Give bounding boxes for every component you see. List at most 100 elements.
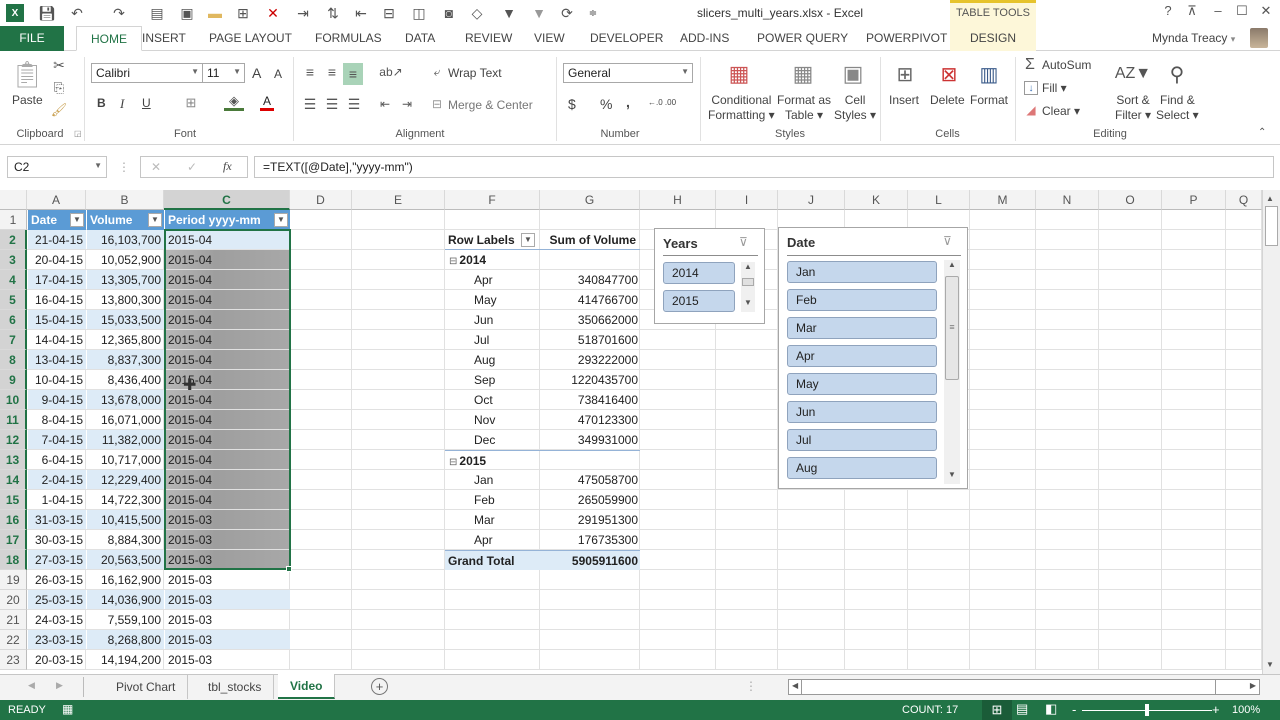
scroll-down-icon[interactable]: ▼ xyxy=(1266,660,1274,669)
cell-date[interactable]: 20-03-15 xyxy=(28,650,86,669)
slicer-item-jul[interactable]: Jul xyxy=(787,429,937,451)
select-all-corner[interactable] xyxy=(0,190,27,210)
table-header-1[interactable]: Volume ▼ xyxy=(87,210,164,230)
column-header-q[interactable]: Q xyxy=(1226,190,1262,210)
page-layout-view-icon[interactable]: ▤ xyxy=(1016,701,1028,717)
format-button[interactable]: Format xyxy=(970,93,1008,107)
zoom-level[interactable]: 100% xyxy=(1232,704,1260,716)
row-header-10[interactable]: 10 xyxy=(0,390,27,410)
cell-period[interactable]: 2015-04 xyxy=(165,310,290,329)
autosum-button[interactable]: AutoSum xyxy=(1042,58,1091,72)
scroll-left-icon[interactable]: ◀ xyxy=(792,681,798,690)
tab-insert[interactable]: INSERT xyxy=(136,26,192,51)
wrap-text-button[interactable]: Wrap Text xyxy=(448,66,502,80)
scroll-down-icon[interactable]: ▼ xyxy=(744,298,752,307)
row-header-7[interactable]: 7 xyxy=(0,330,27,350)
row-header-1[interactable]: 1 xyxy=(0,210,27,230)
cut-icon[interactable]: ✂ xyxy=(50,56,68,74)
scroll-up-icon[interactable]: ▲ xyxy=(948,260,956,269)
tab-formulas[interactable]: FORMULAS xyxy=(309,26,388,51)
slicer-item-2015[interactable]: 2015 xyxy=(663,290,735,312)
clear-filter-icon[interactable]: ▼ xyxy=(528,3,550,23)
cell-period[interactable]: 2015-04 xyxy=(165,230,290,249)
paste-button[interactable]: Paste xyxy=(12,93,43,107)
row-header-20[interactable]: 20 xyxy=(0,590,27,610)
column-header-h[interactable]: H xyxy=(640,190,716,210)
scroll-thumb[interactable] xyxy=(742,278,754,286)
column-header-d[interactable]: D xyxy=(290,190,352,210)
cell-volume[interactable]: 12,229,400 xyxy=(87,470,164,489)
cell-period[interactable]: 2015-03 xyxy=(165,530,290,549)
cell-styles-button[interactable]: Cell Styles ▾ xyxy=(834,93,876,123)
row-header-18[interactable]: 18 xyxy=(0,550,27,570)
row-header-15[interactable]: 15 xyxy=(0,490,27,510)
row-header-6[interactable]: 6 xyxy=(0,310,27,330)
cell-date[interactable]: 13-04-15 xyxy=(28,350,86,369)
splitter-handle[interactable]: ⋮ xyxy=(745,679,757,693)
row-header-2[interactable]: 2 xyxy=(0,230,27,250)
sheet-tab-pivot-chart[interactable]: Pivot Chart xyxy=(104,675,189,699)
slicer-item-jan[interactable]: Jan xyxy=(787,261,937,283)
column-header-p[interactable]: P xyxy=(1162,190,1226,210)
cell-date[interactable]: 27-03-15 xyxy=(28,550,86,569)
shrink-font-button[interactable]: A xyxy=(274,67,282,81)
cell-date[interactable]: 31-03-15 xyxy=(28,510,86,529)
formula-input[interactable]: =TEXT([@Date],"yyyy-mm") xyxy=(254,156,1274,178)
row-header-19[interactable]: 19 xyxy=(0,570,27,590)
currency-button[interactable]: $ xyxy=(568,96,576,112)
cell-date[interactable]: 8-04-15 xyxy=(28,410,86,429)
cell-volume[interactable]: 13,305,700 xyxy=(87,270,164,289)
column-header-f[interactable]: F xyxy=(445,190,540,210)
sort-icon[interactable]: ⇅ xyxy=(322,3,344,23)
delete-rows-icon[interactable]: ⊞ xyxy=(232,3,254,23)
cell-date[interactable]: 21-04-15 xyxy=(28,230,86,249)
format-as-table-button[interactable]: Format as Table ▾ xyxy=(777,93,831,123)
cell-volume[interactable]: 16,103,700 xyxy=(87,230,164,249)
cell-period[interactable]: 2015-03 xyxy=(165,510,290,529)
fill-color-icon[interactable]: ◈ xyxy=(224,93,244,111)
slicer-item-2014[interactable]: 2014 xyxy=(663,262,735,284)
cell-date[interactable]: 2-04-15 xyxy=(28,470,86,489)
font-color-button[interactable]: A xyxy=(260,94,275,111)
cell-volume[interactable]: 7,559,100 xyxy=(87,610,164,629)
align-bottom-icon[interactable]: ≡ xyxy=(343,63,363,85)
scroll-up-icon[interactable]: ▲ xyxy=(744,262,752,271)
worksheet-grid[interactable]: ABCDEFGHIJKLMNOPQ 1 2 3 4 5 6 7 8 9 10 11 12 13 14 15 1… xyxy=(0,190,1262,670)
filter-dropdown-icon[interactable]: ▼ xyxy=(70,213,84,227)
close-button[interactable]: ✕ xyxy=(1254,3,1278,23)
cell-date[interactable]: 7-04-15 xyxy=(28,430,86,449)
find-select-button[interactable]: Find & Select ▾ xyxy=(1156,93,1199,123)
normal-view-icon[interactable]: ⊞ xyxy=(982,700,1012,720)
scroll-left-icon[interactable]: ◀ xyxy=(28,680,35,691)
pivot-group-row[interactable]: ⊟ 2015 xyxy=(445,450,640,470)
cell-date[interactable]: 30-03-15 xyxy=(28,530,86,549)
tab-powerpivot[interactable]: POWERPIVOT xyxy=(860,26,953,51)
collapse-ribbon-icon[interactable]: ⌃ xyxy=(1258,127,1266,138)
zoom-out-button[interactable]: - xyxy=(1072,702,1076,717)
cell-volume[interactable]: 14,036,900 xyxy=(87,590,164,609)
align-top-icon[interactable]: ≡ xyxy=(300,63,320,81)
cell-date[interactable]: 6-04-15 xyxy=(28,450,86,469)
ribbon-display-button[interactable]: ⊼ xyxy=(1180,3,1204,23)
cell-volume[interactable]: 16,071,000 xyxy=(87,410,164,429)
column-header-a[interactable]: A xyxy=(27,190,86,210)
vertical-scrollbar[interactable]: ▲ ▼ xyxy=(1262,190,1280,674)
insert-icon[interactable]: ⇤ xyxy=(350,3,372,23)
pivot-group-row[interactable]: ⊟ 2014 xyxy=(445,250,640,270)
cell-period[interactable]: 2015-03 xyxy=(165,630,290,649)
shapes-icon[interactable]: ◇ xyxy=(466,3,488,23)
cell-period[interactable]: 2015-03 xyxy=(165,650,290,669)
tab-review[interactable]: REVIEW xyxy=(459,26,518,51)
clear-button[interactable]: Clear ▾ xyxy=(1042,104,1080,118)
cell-date[interactable]: 16-04-15 xyxy=(28,290,86,309)
cell-date[interactable]: 24-03-15 xyxy=(28,610,86,629)
add-sheet-button[interactable]: + xyxy=(371,678,388,695)
collapse-icon[interactable]: ⊟ xyxy=(449,256,457,267)
column-header-c[interactable]: C xyxy=(164,190,290,210)
column-header-i[interactable]: I xyxy=(716,190,778,210)
column-header-e[interactable]: E xyxy=(352,190,445,210)
cell-date[interactable]: 17-04-15 xyxy=(28,270,86,289)
underline-button[interactable]: U xyxy=(142,96,151,110)
table-header-0[interactable]: Date ▼ xyxy=(28,210,86,230)
cell-volume[interactable]: 12,365,800 xyxy=(87,330,164,349)
